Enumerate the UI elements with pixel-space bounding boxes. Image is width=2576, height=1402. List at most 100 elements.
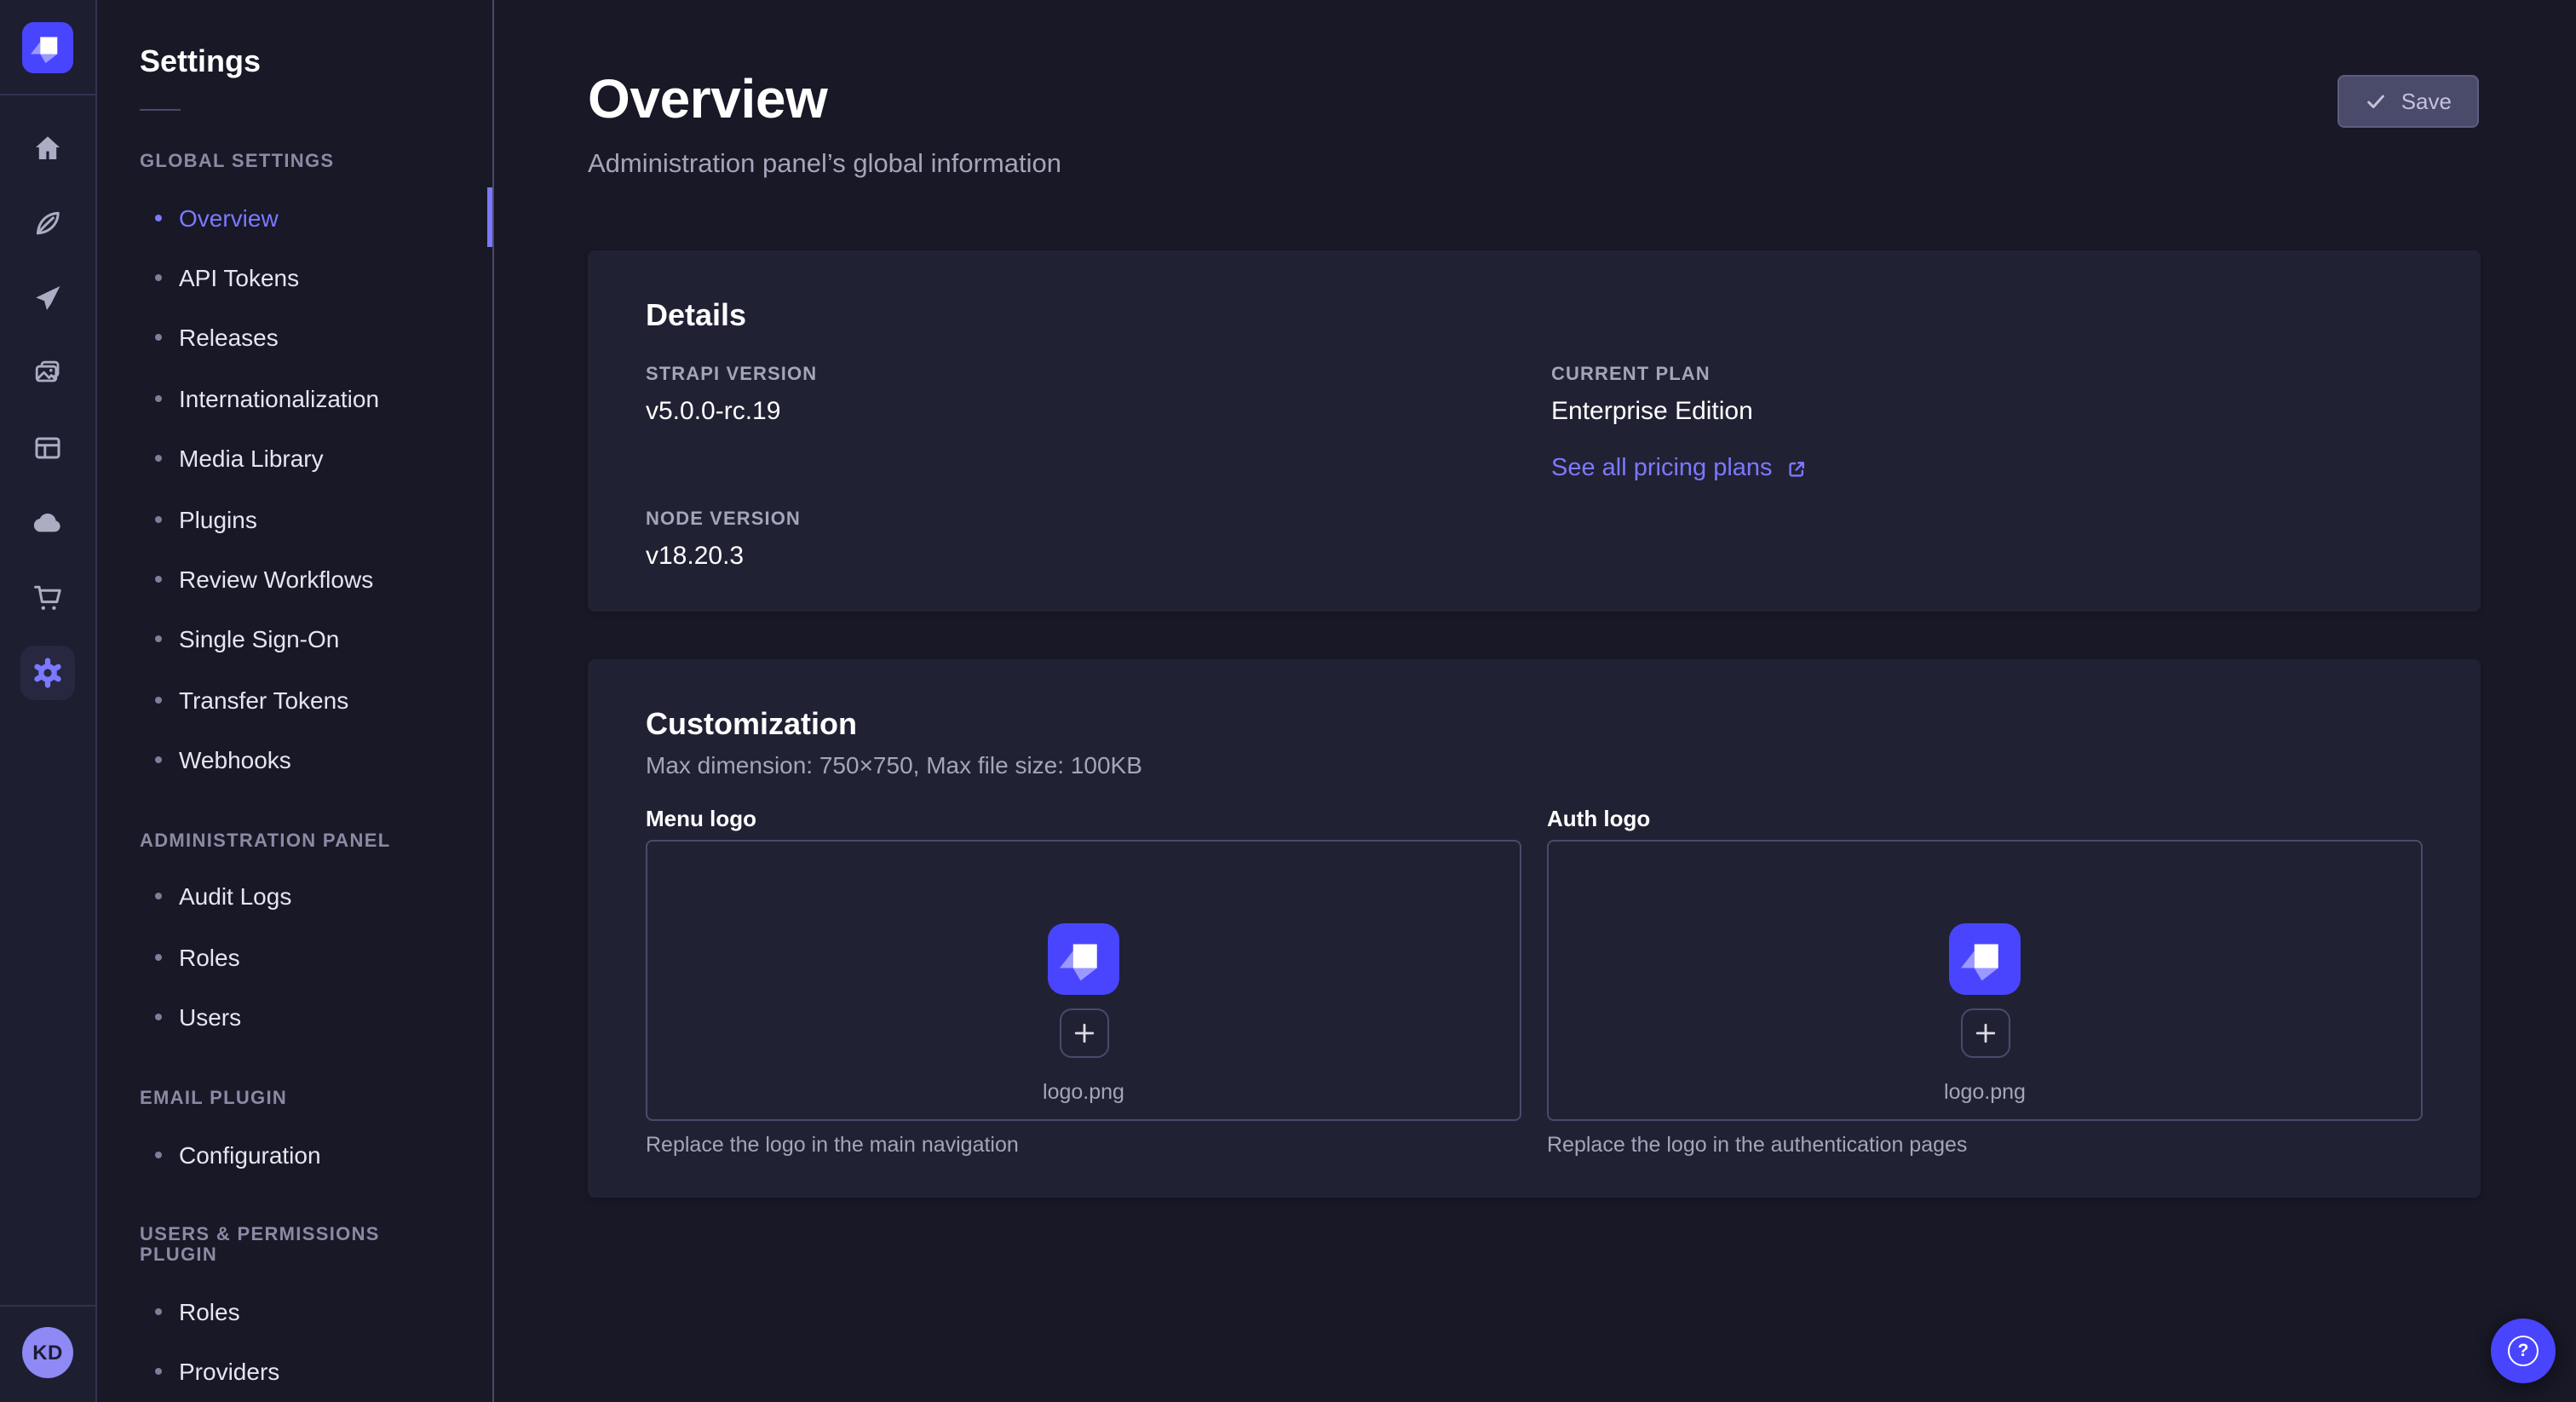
workspace-logo[interactable]	[0, 0, 95, 95]
settings-nav-item-audit-logs[interactable]: Audit Logs	[97, 866, 492, 927]
settings-nav-item-label: Webhooks	[179, 746, 291, 773]
section-header-global-settings: GLOBAL SETTINGS	[140, 152, 450, 172]
settings-nav-item-label: Single Sign-On	[179, 626, 339, 653]
settings-nav-item-label: API Tokens	[179, 264, 299, 291]
settings-nav-item-releases[interactable]: Releases	[97, 307, 492, 368]
bullet-icon	[155, 696, 162, 703]
page-header: Overview Administration panel’s global i…	[494, 0, 2576, 181]
settings-nav-item-plugins[interactable]: Plugins	[97, 489, 492, 549]
settings-nav-item-label: Transfer Tokens	[179, 686, 348, 713]
node-version-value: v18.20.3	[646, 542, 1517, 571]
settings-nav-item-providers[interactable]: Providers	[97, 1342, 492, 1402]
settings-nav-item-single-sign-on[interactable]: Single Sign-On	[97, 609, 492, 669]
current-plan-label: CURRENT PLAN	[1551, 365, 2423, 385]
paper-plane-icon	[20, 271, 75, 325]
mainnav-item-media-library[interactable]	[10, 336, 85, 411]
section-header-administration-panel: ADMINISTRATION PANEL	[140, 830, 450, 851]
menu-logo-file-name: logo.png	[1043, 1080, 1124, 1104]
help-button[interactable]	[2491, 1319, 2556, 1383]
pricing-plans-link[interactable]: See all pricing plans	[1551, 455, 1808, 482]
bullet-icon	[155, 1308, 162, 1315]
settings-nav-item-admin-roles[interactable]: Roles	[97, 927, 492, 987]
save-button-label: Save	[2401, 89, 2452, 114]
settings-nav-item-webhooks[interactable]: Webhooks	[97, 730, 492, 790]
section-header-email-plugin: EMAIL PLUGIN	[140, 1089, 450, 1109]
home-icon	[20, 121, 75, 175]
layout-icon	[20, 421, 75, 475]
current-plan-field: CURRENT PLAN Enterprise Edition See all …	[1551, 365, 2423, 484]
question-mark-icon	[2508, 1336, 2539, 1366]
bullet-icon	[155, 335, 162, 342]
settings-nav-item-label: Releases	[179, 325, 279, 352]
settings-nav-item-transfer-tokens[interactable]: Transfer Tokens	[97, 669, 492, 730]
settings-nav-item-label: Overview	[179, 204, 279, 231]
settings-nav-item-configuration[interactable]: Configuration	[97, 1124, 492, 1185]
auth-logo-hint: Replace the logo in the authentication p…	[1547, 1133, 2423, 1157]
mainnav-item-settings[interactable]	[10, 635, 85, 710]
menu-logo-label: Menu logo	[646, 806, 1521, 831]
mainnav-item-releases[interactable]	[10, 261, 85, 336]
strapi-logo-icon	[22, 21, 73, 72]
auth-logo-field: Auth logo	[1547, 806, 2423, 1157]
mainnav-item-content-type-builder[interactable]	[10, 411, 85, 486]
user-avatar[interactable]: KD	[22, 1327, 73, 1378]
details-card-title: Details	[646, 298, 2423, 334]
bullet-icon	[155, 756, 162, 763]
add-auth-logo-button[interactable]	[1960, 1008, 2010, 1058]
main-nav-items	[10, 95, 85, 710]
mainnav-item-marketplace[interactable]	[10, 560, 85, 635]
settings-nav-item-label: Roles	[179, 944, 240, 971]
bullet-icon	[155, 455, 162, 462]
menu-logo-hint: Replace the logo in the main navigation	[646, 1133, 1521, 1157]
main-nav: KD	[0, 0, 97, 1402]
node-version-label: NODE VERSION	[646, 509, 1517, 530]
main-content: Overview Administration panel’s global i…	[494, 0, 2576, 1402]
settings-nav-item-label: Providers	[179, 1359, 279, 1386]
bullet-icon	[155, 1151, 162, 1158]
settings-nav-item-label: Configuration	[179, 1141, 321, 1168]
current-plan-value: Enterprise Edition	[1551, 397, 2423, 426]
strapi-version-value: v5.0.0-rc.19	[646, 397, 1517, 426]
settings-nav-item-up-roles[interactable]: Roles	[97, 1281, 492, 1342]
add-menu-logo-button[interactable]	[1059, 1008, 1108, 1058]
settings-nav-item-overview[interactable]: Overview	[97, 187, 492, 248]
mainnav-item-content-manager[interactable]	[10, 186, 85, 261]
auth-logo-label: Auth logo	[1547, 806, 2423, 831]
mainnav-item-home[interactable]	[10, 111, 85, 186]
pricing-link-label: See all pricing plans	[1551, 455, 1773, 482]
settings-nav-item-label: Users	[179, 1003, 241, 1031]
cards-area: Details STRAPI VERSION v5.0.0-rc.19 CURR…	[494, 250, 2576, 1198]
details-grid: STRAPI VERSION v5.0.0-rc.19 CURRENT PLAN…	[646, 365, 2423, 571]
external-link-icon	[1786, 457, 1808, 480]
bullet-icon	[155, 274, 162, 281]
plus-icon	[1972, 1020, 1998, 1046]
page-subtitle: Administration panel’s global informatio…	[588, 150, 2481, 181]
bullet-icon	[155, 214, 162, 221]
bullet-icon	[155, 636, 162, 643]
strapi-logo-preview	[1048, 923, 1119, 995]
feather-icon	[20, 196, 75, 250]
section-header-users-permissions-plugin: USERS & PERMISSIONS PLUGIN	[140, 1225, 450, 1266]
settings-nav-item-label: Audit Logs	[179, 883, 291, 911]
customization-card-subtitle: Max dimension: 750×750, Max file size: 1…	[646, 751, 2423, 779]
bullet-icon	[155, 515, 162, 522]
settings-nav-item-media-library[interactable]: Media Library	[97, 428, 492, 489]
menu-logo-dropzone[interactable]: logo.png	[646, 840, 1521, 1121]
settings-nav-item-users[interactable]: Users	[97, 987, 492, 1048]
gear-icon	[20, 646, 75, 700]
strapi-logo-preview	[1949, 923, 2021, 995]
mainnav-item-deploy[interactable]	[10, 486, 85, 560]
cart-icon	[20, 571, 75, 625]
auth-logo-dropzone[interactable]: logo.png	[1547, 840, 2423, 1121]
node-version-field: NODE VERSION v18.20.3	[646, 509, 1517, 571]
settings-sub-nav: Settings GLOBAL SETTINGS Overview API To…	[97, 0, 494, 1402]
settings-nav-item-review-workflows[interactable]: Review Workflows	[97, 549, 492, 609]
settings-nav-item-internationalization[interactable]: Internationalization	[97, 368, 492, 428]
settings-nav-item-api-tokens[interactable]: API Tokens	[97, 248, 492, 308]
bullet-icon	[155, 576, 162, 583]
images-icon	[20, 346, 75, 400]
strapi-version-label: STRAPI VERSION	[646, 365, 1517, 385]
page-title: Overview	[588, 68, 2481, 131]
settings-nav-item-label: Roles	[179, 1298, 240, 1325]
save-button[interactable]: Save	[2338, 75, 2479, 128]
